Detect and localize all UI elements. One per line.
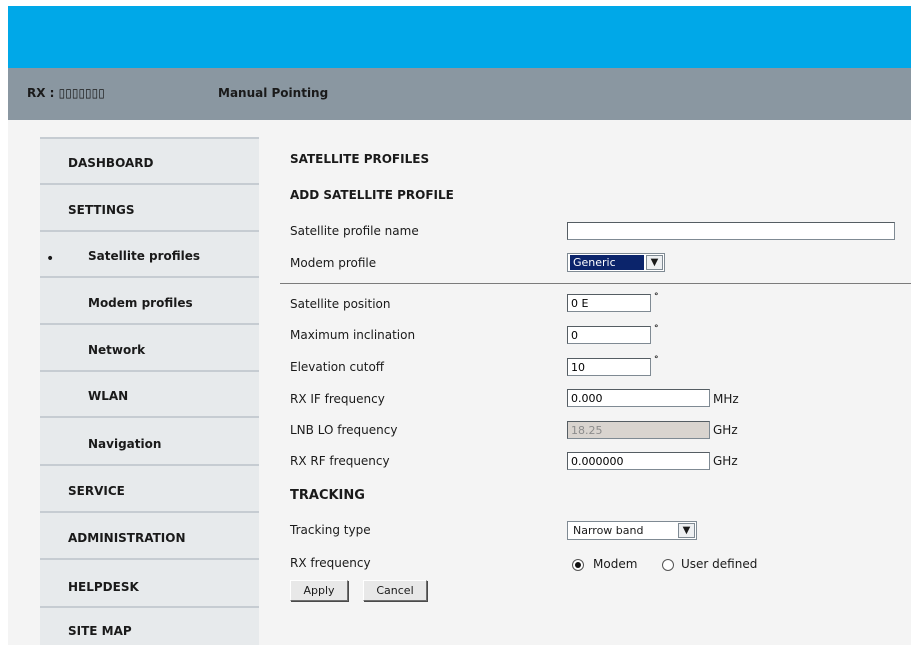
lnb-lo-frequency-input	[567, 421, 710, 439]
sidebar-item-dashboard[interactable]: DASHBOARD	[68, 156, 153, 170]
divider	[280, 283, 911, 284]
degree-unit: °	[654, 355, 659, 365]
sidebar-divider	[40, 370, 259, 372]
sidebar-divider	[40, 416, 259, 418]
sidebar-item-helpdesk[interactable]: HELPDESK	[68, 580, 139, 594]
sidebar-item-settings[interactable]: SETTINGS	[68, 203, 135, 217]
rx-label: RX : ▯▯▯▯▯▯▯	[27, 86, 105, 100]
sidebar-item-modem-profiles[interactable]: Modem profiles	[88, 296, 193, 310]
satellite-position-label: Satellite position	[290, 297, 391, 311]
sidebar-item-network[interactable]: Network	[88, 343, 145, 357]
elevation-cutoff-label: Elevation cutoff	[290, 360, 385, 374]
sidebar-item-administration[interactable]: ADMINISTRATION	[68, 531, 185, 545]
sidebar-divider	[40, 183, 259, 185]
elevation-cutoff-input[interactable]	[567, 358, 651, 376]
sidebar-divider	[40, 276, 259, 278]
page-title: Manual Pointing	[218, 86, 329, 100]
top-banner	[8, 6, 911, 68]
sidebar-item-satellite-profiles[interactable]: Satellite profiles	[88, 249, 200, 263]
ghz-unit: GHz	[713, 454, 738, 468]
rx-if-frequency-input[interactable]	[567, 389, 710, 407]
lnb-lo-frequency-label: LNB LO frequency	[290, 423, 398, 437]
tracking-type-value: Narrow band	[573, 524, 644, 537]
degree-unit: °	[654, 292, 659, 302]
rx-frequency-label: RX frequency	[290, 556, 371, 570]
sidebar-divider	[40, 511, 259, 513]
ghz-unit: GHz	[713, 423, 738, 437]
rx-if-frequency-label: RX IF frequency	[290, 392, 385, 406]
modem-radio-label: Modem	[593, 557, 638, 571]
title-bar	[8, 68, 911, 120]
tracking-type-label: Tracking type	[290, 523, 371, 537]
modem-profile-select[interactable]: Generic ▼	[567, 253, 665, 272]
sidebar-divider	[40, 558, 259, 560]
satellite-position-input[interactable]	[567, 294, 651, 312]
user-defined-radio[interactable]	[662, 559, 674, 571]
max-inclination-input[interactable]	[567, 326, 651, 344]
modem-profile-value: Generic	[570, 255, 644, 270]
tracking-type-select[interactable]: Narrow band ▼	[567, 521, 697, 540]
sidebar-item-service[interactable]: SERVICE	[68, 484, 125, 498]
degree-unit: °	[654, 324, 659, 334]
sidebar-item-navigation[interactable]: Navigation	[88, 437, 161, 451]
max-inclination-label: Maximum inclination	[290, 328, 416, 342]
rx-rf-frequency-input[interactable]	[567, 452, 710, 470]
add-profile-title: ADD SATELLITE PROFILE	[290, 188, 454, 202]
sidebar-divider	[40, 464, 259, 466]
section-title: SATELLITE PROFILES	[290, 152, 430, 166]
chevron-down-icon[interactable]: ▼	[678, 523, 695, 538]
sidebar-divider	[40, 230, 259, 232]
sidebar-divider	[40, 606, 259, 608]
apply-button[interactable]: Apply	[290, 580, 348, 601]
modem-profile-label: Modem profile	[290, 256, 377, 270]
tracking-title: TRACKING	[290, 488, 365, 503]
sidebar-item-wlan[interactable]: WLAN	[88, 389, 128, 403]
sidebar-divider	[40, 137, 259, 139]
cancel-button[interactable]: Cancel	[363, 580, 427, 601]
active-bullet-icon: •	[46, 251, 55, 267]
profile-name-label: Satellite profile name	[290, 224, 419, 238]
rx-rf-frequency-label: RX RF frequency	[290, 454, 390, 468]
modem-radio[interactable]	[572, 559, 584, 571]
sidebar-item-site-map[interactable]: SITE MAP	[68, 624, 132, 638]
mhz-unit: MHz	[713, 392, 739, 406]
sidebar-divider	[40, 323, 259, 325]
profile-name-input[interactable]	[567, 222, 895, 240]
user-defined-radio-label: User defined	[681, 557, 758, 571]
chevron-down-icon[interactable]: ▼	[646, 255, 663, 270]
